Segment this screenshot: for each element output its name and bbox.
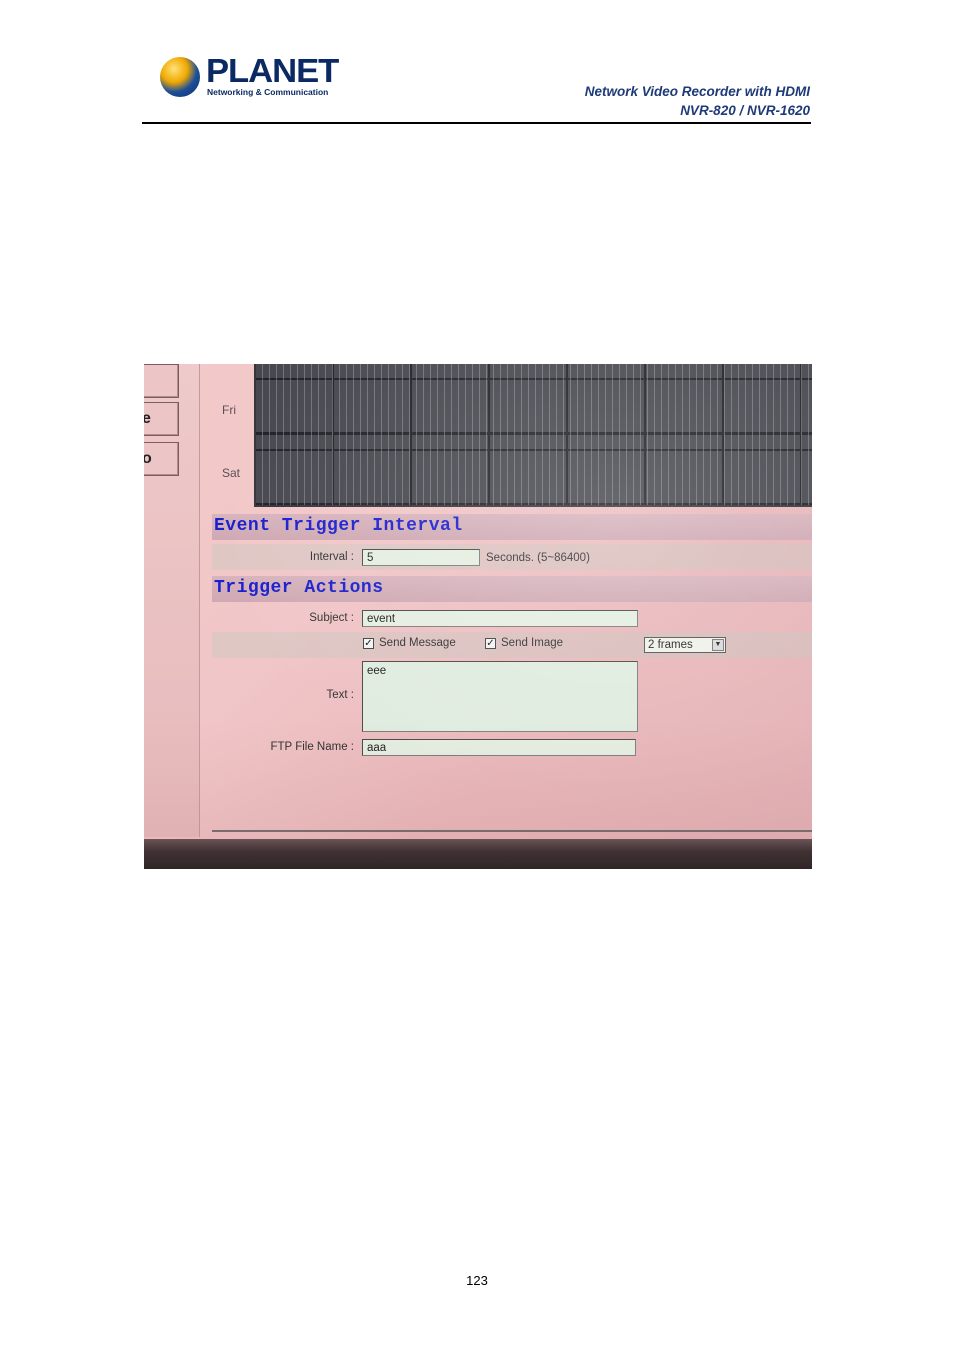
frames-select-value: 2 frames bbox=[648, 639, 693, 651]
document-title: Network Video Recorder with HDMI NVR-820… bbox=[585, 82, 810, 120]
subject-label: Subject : bbox=[309, 612, 354, 624]
text-label: Text : bbox=[326, 689, 354, 701]
text-textarea-value: eee bbox=[367, 665, 387, 677]
send-image-option[interactable]: ✓ Send Image bbox=[485, 637, 563, 649]
event-trigger-interval-title: Event Trigger Interval bbox=[214, 516, 463, 536]
globe-icon bbox=[160, 57, 200, 97]
trigger-actions-header: Trigger Actions bbox=[212, 576, 812, 602]
chevron-down-icon[interactable]: ▼ bbox=[712, 639, 724, 651]
send-message-option[interactable]: ✓ Send Message bbox=[363, 637, 456, 649]
interval-unit: Seconds. (5~86400) bbox=[486, 552, 590, 564]
left-button-column: e o bbox=[144, 364, 200, 837]
planet-logo: PLANET Networking & Communication bbox=[160, 53, 339, 101]
send-message-label: Send Message bbox=[379, 637, 456, 649]
subject-input[interactable]: event bbox=[362, 610, 638, 627]
send-message-checkbox[interactable]: ✓ bbox=[363, 637, 374, 649]
event-trigger-interval-header: Event Trigger Interval bbox=[212, 514, 812, 540]
trigger-actions-title: Trigger Actions bbox=[214, 578, 384, 598]
logo-wordmark: PLANET bbox=[206, 52, 339, 89]
logo-tagline: Networking & Communication bbox=[207, 87, 329, 97]
panel-bottom-divider bbox=[212, 830, 812, 832]
page-number: 123 bbox=[466, 1273, 488, 1288]
side-button-3[interactable]: o bbox=[144, 442, 179, 476]
send-image-checkbox[interactable]: ✓ bbox=[485, 637, 496, 649]
day-label-fri: Fri bbox=[222, 403, 236, 417]
ftp-file-name-label: FTP File Name : bbox=[270, 741, 355, 753]
nvr-screen-photo: e o Fri Sat Event Trigger Interval Inter… bbox=[144, 364, 812, 869]
text-textarea[interactable]: eee bbox=[362, 661, 638, 732]
schedule-grid[interactable] bbox=[254, 364, 812, 507]
document-title-line-2: NVR-820 / NVR-1620 bbox=[680, 103, 810, 118]
side-button-1[interactable] bbox=[144, 364, 179, 398]
header-divider bbox=[142, 122, 811, 124]
frames-select[interactable]: 2 frames ▼ bbox=[644, 637, 726, 653]
document-title-line-1: Network Video Recorder with HDMI bbox=[584, 84, 810, 99]
day-label-sat: Sat bbox=[222, 466, 241, 480]
interval-label: Interval : bbox=[309, 551, 354, 563]
interval-input[interactable]: 5 bbox=[362, 549, 480, 566]
ftp-file-name-input[interactable]: aaa bbox=[362, 739, 636, 756]
side-button-2[interactable]: e bbox=[144, 402, 179, 436]
send-image-label: Send Image bbox=[501, 637, 564, 649]
monitor-bezel bbox=[144, 839, 812, 869]
